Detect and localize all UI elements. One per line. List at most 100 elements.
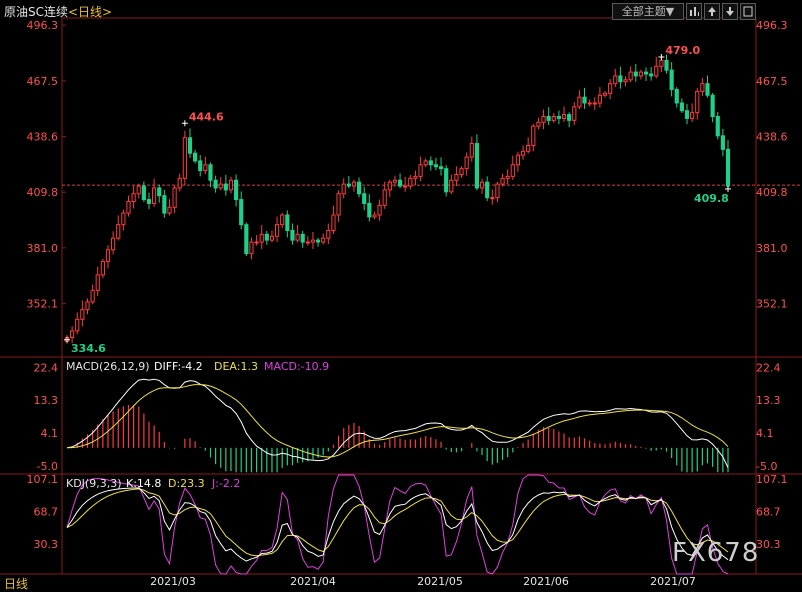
candle-body (541, 116, 546, 123)
candle-body (567, 114, 572, 121)
candle (397, 173, 403, 189)
candle-body (136, 185, 141, 195)
candle (326, 223, 331, 244)
candle (182, 130, 187, 186)
candle-body (643, 71, 649, 75)
candle-body (218, 183, 223, 189)
candle (300, 230, 305, 248)
candle-body (377, 204, 382, 216)
candle-body (700, 83, 705, 92)
candle-body (397, 179, 403, 187)
candle-body (203, 164, 208, 172)
candle (290, 223, 295, 245)
candle (269, 230, 275, 243)
price-annotation: 334.6 (71, 342, 106, 355)
candle (321, 233, 326, 245)
candle (377, 199, 382, 221)
candle-body (193, 152, 198, 162)
candle (633, 63, 638, 82)
x-tick-label: 2021/07 (650, 575, 696, 588)
timeframe-label[interactable]: <日线> (68, 5, 112, 19)
chart-type-icon[interactable] (686, 3, 702, 20)
candle (654, 57, 659, 79)
candle (649, 67, 654, 81)
candle-body (387, 181, 392, 191)
candle (157, 184, 162, 203)
candle (413, 170, 418, 186)
candle (280, 212, 285, 229)
candle (131, 185, 136, 209)
candle-body (490, 197, 495, 200)
candle (116, 215, 121, 241)
candle-body (438, 166, 444, 170)
candle-body (459, 168, 464, 175)
candle-body (684, 110, 690, 119)
candle (70, 326, 75, 344)
candle-body (295, 233, 300, 241)
macd-y-tick-right: 22.4 (756, 361, 781, 374)
candle (208, 162, 213, 188)
candle-body (182, 137, 187, 179)
macd-y-tick-right: 4.1 (756, 427, 774, 440)
zoom-out-icon[interactable] (722, 3, 738, 20)
candle-body (239, 199, 244, 226)
candle-body (715, 116, 720, 137)
candle-body (413, 175, 418, 179)
candle-body (310, 239, 316, 243)
candle-body (408, 177, 413, 187)
candle (408, 174, 413, 190)
candle (100, 259, 105, 279)
candle-body (141, 185, 146, 201)
kdj-title: KDJ(9,3,3) (66, 477, 122, 490)
bottom-tab-daily[interactable]: 日线 (4, 575, 28, 592)
macd-y-tick-left: 22.4 (34, 361, 59, 374)
candle (567, 112, 572, 128)
candle (690, 103, 695, 122)
kdj-y-tick-right: 68.7 (756, 506, 781, 519)
y-tick-label-right: 409.8 (756, 186, 788, 199)
candle (203, 156, 208, 175)
candle-body (382, 189, 387, 206)
candle (362, 186, 367, 211)
candle-body (321, 237, 326, 243)
candle-body (372, 214, 377, 218)
candle (295, 225, 300, 243)
candle (628, 66, 633, 83)
macd-macd-label: MACD:-10.9 (264, 360, 329, 373)
candle (274, 216, 280, 243)
candle-body (290, 229, 295, 241)
x-tick-label: 2021/03 (150, 575, 196, 588)
maximize-icon[interactable] (740, 3, 756, 20)
candle-body (305, 241, 310, 244)
candle-body (469, 143, 474, 158)
y-tick-label-right: 438.6 (756, 131, 788, 144)
theme-select-label: 全部主题 (621, 5, 666, 18)
price-annotation: 409.8 (694, 192, 729, 205)
candle-body (162, 195, 167, 214)
candle-body (664, 59, 669, 71)
theme-select-button[interactable]: 全部主题▼ (612, 3, 684, 20)
plot-frame (61, 17, 757, 575)
macd-y-tick-right: -5.0 (756, 460, 777, 473)
price-annotation: 444.6 (189, 110, 224, 123)
candle (341, 178, 346, 199)
candle (679, 98, 684, 114)
candle (433, 157, 439, 171)
zoom-in-icon[interactable] (704, 3, 720, 20)
candle-body (608, 83, 613, 94)
candle (90, 284, 95, 305)
candle-body (705, 83, 710, 96)
kdj-d-label: D:23.3 (168, 477, 205, 490)
y-tick-label-right: 352.1 (756, 298, 788, 311)
candle-body (100, 260, 105, 276)
candle-body (602, 92, 608, 96)
candle-body (75, 318, 80, 332)
candle (664, 54, 669, 74)
candle (700, 77, 705, 97)
candle (387, 179, 392, 197)
candle (597, 87, 602, 108)
candle (213, 175, 218, 193)
candle-body (249, 241, 254, 255)
candle (561, 106, 567, 122)
candle (244, 222, 249, 256)
